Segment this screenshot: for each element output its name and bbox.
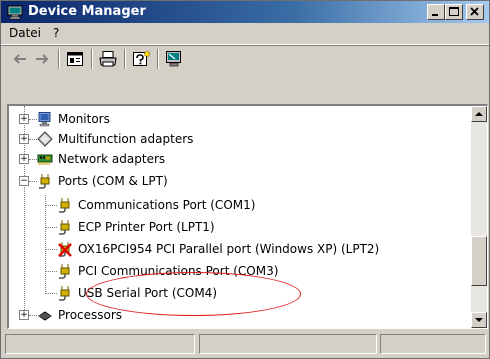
tree-item-label: Ports (COM & LPT) xyxy=(58,174,168,188)
collapse-ports-button[interactable]: − xyxy=(19,176,29,186)
maximize-button[interactable] xyxy=(445,4,463,20)
help-icon xyxy=(130,49,152,69)
multifunction-adapter-icon xyxy=(37,131,53,147)
back-button[interactable] xyxy=(9,49,31,69)
toolbar-separator xyxy=(124,49,126,69)
print-button[interactable] xyxy=(97,49,119,69)
tree-item-label: Communications Port (COM1) xyxy=(78,198,256,212)
tree-item-label: Monitors xyxy=(58,112,110,126)
network-adapter-icon xyxy=(37,151,53,167)
menu-bar: Datei ? xyxy=(1,23,489,45)
tree-connector-line xyxy=(45,293,57,294)
status-panel xyxy=(199,334,377,354)
down-arrow-icon xyxy=(472,316,486,328)
tree-item-label: Multifunction adapters xyxy=(58,132,194,146)
print-icon xyxy=(97,49,119,69)
minimize-icon xyxy=(428,8,444,22)
device-manager-icon xyxy=(7,4,23,20)
tree-item-label: PCI Communications Port (COM3) xyxy=(78,264,279,278)
forward-arrow-icon xyxy=(31,49,53,69)
scan-hardware-icon xyxy=(163,49,185,69)
scan-hardware-button[interactable] xyxy=(163,49,185,69)
tree-connector-line xyxy=(45,271,57,272)
tree-connector-line xyxy=(29,181,37,182)
status-panel xyxy=(5,334,195,354)
properties-button[interactable] xyxy=(64,49,86,69)
scrollbar-thumb[interactable] xyxy=(471,236,487,286)
title-bar[interactable]: Device Manager xyxy=(1,1,489,23)
forward-button[interactable] xyxy=(31,49,53,69)
tree-item-label: USB Serial Port (COM4) xyxy=(78,286,217,300)
tree-connector-line xyxy=(45,227,57,228)
processor-icon xyxy=(37,307,53,323)
port-connector-icon xyxy=(37,173,53,189)
tree-connector-line xyxy=(45,195,46,294)
device-manager-window: Device Manager Datei ? + + + − + Monitor… xyxy=(0,0,490,359)
window-title: Device Manager xyxy=(28,4,146,19)
expand-network-button[interactable]: + xyxy=(19,154,29,164)
tree-item-label: Processors xyxy=(58,308,123,322)
port-connector-icon xyxy=(57,263,73,279)
up-arrow-icon xyxy=(472,110,486,124)
device-tree[interactable]: + + + − + Monitors Multifunction adapter… xyxy=(7,104,488,329)
expand-multifunction-button[interactable]: + xyxy=(19,134,29,144)
port-connector-icon xyxy=(57,219,73,235)
tree-connector-line xyxy=(29,119,37,120)
close-button[interactable] xyxy=(466,4,484,20)
close-icon xyxy=(467,7,483,22)
toolbar-separator xyxy=(58,49,60,69)
disabled-device-icon xyxy=(57,241,73,257)
expand-processors-button[interactable]: + xyxy=(19,310,29,320)
tree-connector-line xyxy=(29,159,37,160)
tree-item-label: OX16PCI954 PCI Parallel port (Windows XP… xyxy=(78,242,380,256)
maximize-icon xyxy=(446,7,462,22)
port-connector-icon xyxy=(57,285,73,301)
toolbar-separator xyxy=(91,49,93,69)
toolbar-separator xyxy=(157,49,159,69)
properties-icon xyxy=(64,49,86,69)
monitor-icon xyxy=(37,111,53,127)
menu-help[interactable]: ? xyxy=(53,26,59,41)
vertical-scrollbar[interactable] xyxy=(471,106,487,328)
tree-connector-line xyxy=(45,249,57,250)
help-button[interactable] xyxy=(130,49,152,69)
scroll-up-button[interactable] xyxy=(471,106,487,122)
tree-item-label: ECP Printer Port (LPT1) xyxy=(78,220,215,234)
tree-connector-line xyxy=(29,315,37,316)
toolbar xyxy=(1,45,489,72)
menu-datei[interactable]: Datei xyxy=(9,26,41,41)
status-bar xyxy=(1,331,489,358)
minimize-button[interactable] xyxy=(427,4,445,20)
expand-monitors-button[interactable]: + xyxy=(19,114,29,124)
back-arrow-icon xyxy=(9,49,31,69)
tree-connector-line xyxy=(29,139,37,140)
tree-connector-line xyxy=(45,205,57,206)
status-panel xyxy=(380,334,486,354)
scroll-down-button[interactable] xyxy=(471,312,487,328)
port-connector-icon xyxy=(57,197,73,213)
tree-item-label: Network adapters xyxy=(58,152,166,166)
